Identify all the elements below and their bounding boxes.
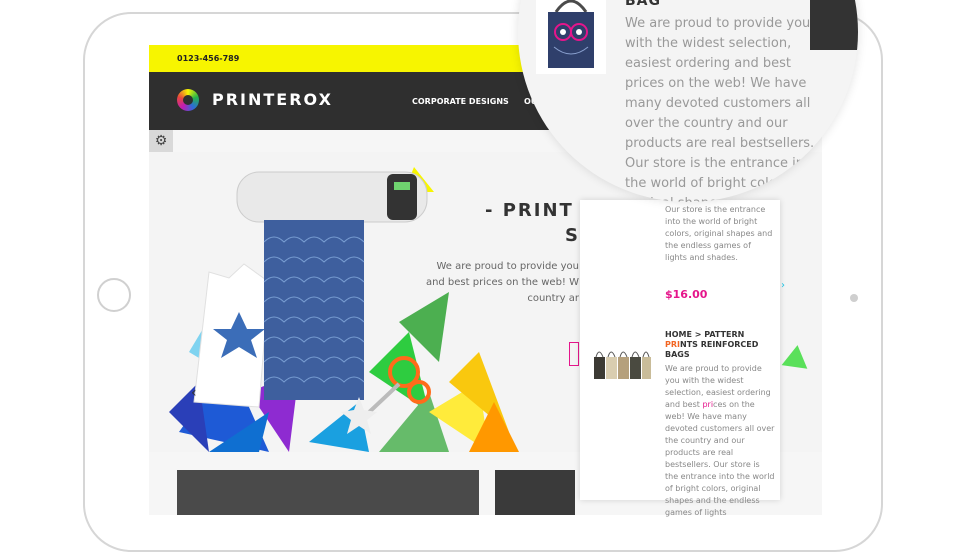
next-arrow-icon[interactable]: › (781, 280, 785, 291)
hero-headline: - PRINT I (485, 200, 591, 221)
magnifier-text: We are proud to provide you with the wid… (625, 16, 818, 202)
product-panel: Our store is the entrance into the world… (580, 200, 785, 517)
phone-number[interactable]: 0123-456-789 (177, 54, 239, 63)
category-thumb-2[interactable] (495, 470, 575, 515)
product-description: We are proud to provide you with the wid… (665, 364, 775, 517)
product-title[interactable]: HOME > PATTERN PRINTS REINFORCED BAGS (665, 330, 775, 360)
nav-corporate-designs[interactable]: CORPORATE DESIGNS (412, 97, 509, 106)
green-triangle-decoration (781, 343, 811, 369)
panel-text-top: Our store is the entrance into the world… (665, 205, 773, 262)
home-button[interactable] (97, 278, 131, 312)
logo-icon[interactable] (177, 89, 199, 111)
hero-button[interactable] (569, 342, 579, 366)
gear-icon[interactable]: ⚙ (149, 130, 173, 152)
owl-bag-illustration (548, 0, 594, 68)
logo-text[interactable]: PRINTEROX (212, 90, 333, 109)
owl-bag-image[interactable] (536, 0, 606, 74)
hero-headline-line2: S (565, 225, 580, 246)
product-price: $16.00 (665, 288, 708, 301)
prev-slide-button[interactable]: ‹ (191, 385, 197, 401)
product-image-bags[interactable] (592, 327, 652, 402)
camera-dot (850, 294, 858, 302)
hero-text-line1: We are proud to provide you (436, 261, 579, 272)
hero-text-line3: country ar (527, 293, 579, 304)
magnifier-title: BAG (625, 0, 661, 9)
hero-text-line2: and best prices on the web! W (425, 277, 579, 288)
category-thumb-1[interactable] (177, 470, 479, 515)
bags-illustration (594, 351, 651, 379)
